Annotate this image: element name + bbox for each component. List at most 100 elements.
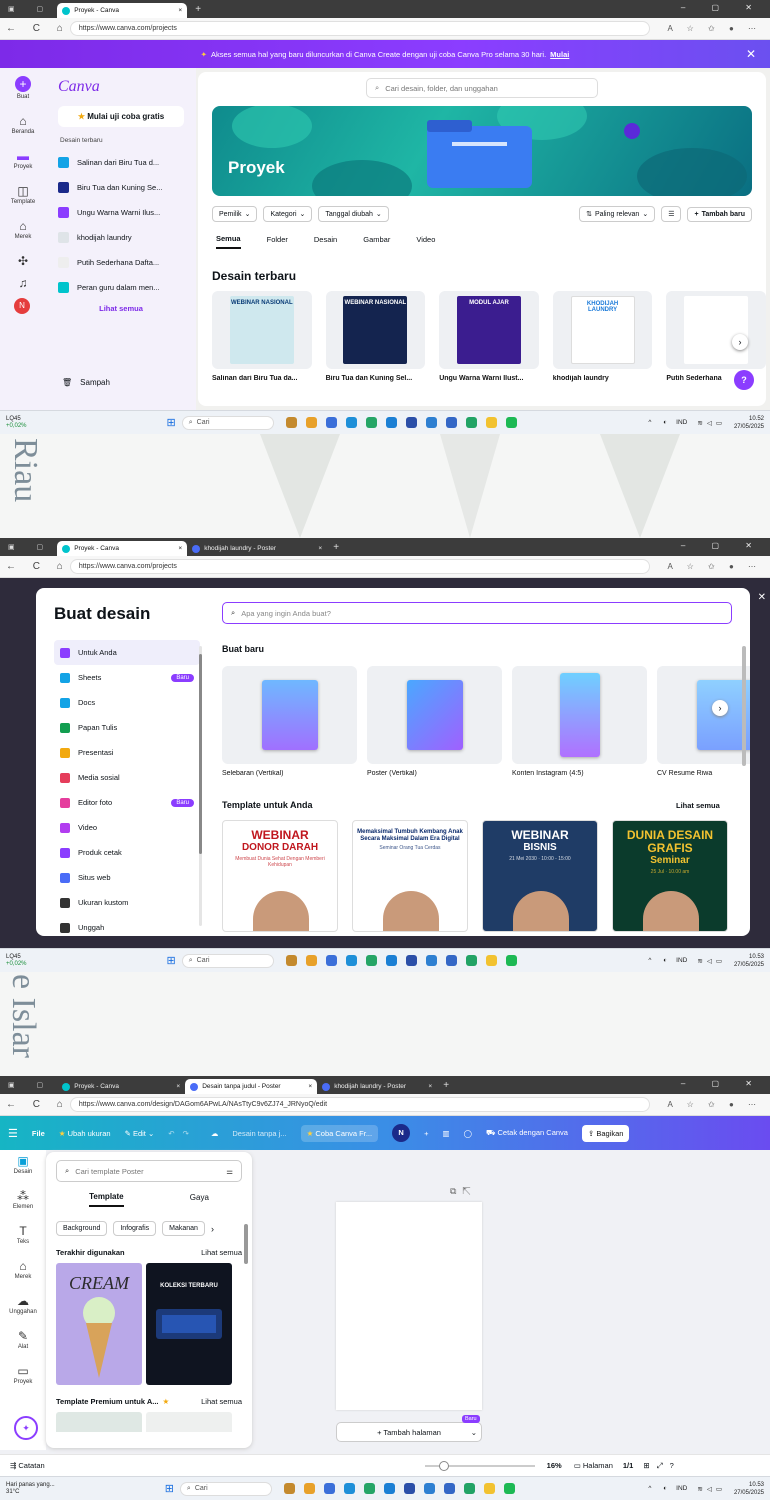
pages-button[interactable]: ▭ Halaman (574, 1461, 613, 1470)
browser-actions-icons[interactable]: A ☆ ✩ ● ⋯ (668, 562, 763, 571)
filter-chip[interactable]: Background (56, 1221, 108, 1236)
chevron-right-icon[interactable]: › (211, 1224, 214, 1234)
trash-item[interactable]: 🗑 Sampah (62, 378, 110, 387)
network-sound-icon[interactable]: ≋◁▭ (697, 957, 726, 965)
windows-icon[interactable]: ⊞ (165, 1482, 174, 1495)
stock-widget[interactable]: LQ45 +0,02% (6, 416, 27, 430)
menu-item-untuk-anda[interactable]: Untuk Anda (54, 640, 200, 665)
chevron-right-icon[interactable]: › (732, 334, 748, 350)
design-search-input[interactable]: ⌕ Apa yang ingin Anda buat? (222, 602, 732, 624)
browser-actions-icons[interactable]: A ☆ ✩ ● ⋯ (668, 1100, 763, 1109)
windows-icon[interactable]: ⊞ (167, 416, 176, 429)
resize-button[interactable]: ★ Ubah ukuran (59, 1129, 111, 1138)
rail-item-unggahan[interactable]: ☁ Unggahan (6, 1294, 40, 1315)
recent-item[interactable]: Putih Sederhana Dafta... (58, 250, 184, 275)
rail-item-buat[interactable]: + Buat (6, 76, 40, 100)
avatar[interactable]: N (392, 1124, 411, 1142)
template-card[interactable]: WEBINAR DONOR DARAH Membuat Dunia Sehat De… (222, 820, 338, 932)
menu-item-papan-tulis[interactable]: Papan Tulis (54, 715, 200, 740)
filter-owner[interactable]: Pemilik ⌄ (212, 206, 258, 222)
share-button[interactable]: ⇪ Bagikan (581, 1124, 630, 1142)
recent-item[interactable]: Biru Tua dan Kuning Se... (58, 175, 184, 200)
see-all-link[interactable]: Lihat semua (201, 1397, 242, 1406)
print-button[interactable]: ⛟ Cetak dengan Canva (486, 1128, 568, 1138)
design-card[interactable]: Putih Sederhana (666, 291, 766, 382)
tab-gambar[interactable]: Gambar (363, 235, 390, 248)
rail-item-elemen[interactable]: ⁂ Elemen (6, 1189, 40, 1210)
menu-item-editor-foto[interactable]: Editor foto Baru (54, 790, 200, 815)
menu-item-media-sosial[interactable]: Media sosial (54, 765, 200, 790)
plus-icon[interactable]: + (424, 1129, 428, 1138)
tray-icons[interactable]: ^ ◐ (648, 957, 672, 964)
chevron-right-icon[interactable]: › (712, 700, 728, 716)
menu-item-docs[interactable]: Docs (54, 690, 200, 715)
menu-item-ukuran-kustom[interactable]: Ukuran kustom (54, 890, 200, 915)
taskbar-apps[interactable] (283, 1483, 515, 1494)
filter-chip[interactable]: Infografis (113, 1221, 157, 1236)
add-new-button[interactable]: + Tambah baru (687, 206, 752, 222)
recent-item[interactable]: khodijah laundry (58, 225, 184, 250)
undo-redo-icons[interactable]: ↶↷ (168, 1129, 197, 1138)
window-controls[interactable]: – ▢ ✕ (681, 3, 764, 12)
template-search-input[interactable]: ⌕ Cari template Poster ⚌ (56, 1160, 242, 1182)
new-tab-icon[interactable]: + (195, 4, 201, 15)
list-view-icon[interactable]: ☰ (661, 206, 682, 222)
template-card[interactable]: DUNIA DESAIN GRAFIS Seminar 25 Jul · 10.00… (612, 820, 728, 932)
design-card[interactable]: WEBINAR NASIONAL Biru Tua dan Kuning Sel.… (325, 291, 426, 382)
recent-item[interactable]: Ungu Warna Warni Ilus... (58, 200, 184, 225)
tab-folder[interactable]: Folder (267, 235, 288, 248)
rail-item-teks[interactable]: T Teks (6, 1224, 40, 1245)
rail-item-merek[interactable]: ⌂ Merek (6, 1259, 40, 1280)
new-design-option[interactable]: CV Resume Riwa (657, 666, 750, 777)
close-icon[interactable]: ✕ (746, 47, 756, 61)
nav-icons[interactable]: ← C ⌂ (6, 561, 70, 572)
tab-khodijah[interactable]: khodijah laundry - Poster × (187, 541, 327, 556)
nav-icons[interactable]: ← C ⌂ (6, 23, 70, 34)
menu-item-video[interactable]: Video (54, 815, 200, 840)
stock-widget[interactable]: LQ45 +0,02% (6, 954, 27, 968)
see-all-link[interactable]: Lihat semua (201, 1248, 242, 1257)
stats-icon[interactable]: ▥ (442, 1129, 449, 1138)
apps-icon[interactable]: ✣ (6, 254, 40, 268)
menu-item-sheets[interactable]: Sheets Baru (54, 665, 200, 690)
taskbar-search[interactable]: ⌕ Cari (181, 415, 274, 430)
recent-item[interactable]: Salinan dari Biru Tua d... (58, 150, 184, 175)
template-thumb[interactable]: KOLEKSI TERBARU (146, 1263, 232, 1385)
recent-item[interactable]: Peran guru dalam men... (58, 275, 184, 300)
menu-item-situs-web[interactable]: Situs web (54, 865, 200, 890)
design-card[interactable]: MODUL AJAR Ungu Warna Warni Ilust... (439, 291, 539, 382)
network-sound-icon[interactable]: ≋◁▭ (697, 419, 726, 427)
clock[interactable]: 10.53 27/05/2025 (734, 953, 764, 969)
template-card[interactable]: Memaksimal Tumbuh Kembang Anak Secara Ma… (352, 820, 468, 932)
filter-category[interactable]: Kategori ⌄ (263, 206, 313, 222)
see-all-link[interactable]: Lihat semua (676, 801, 720, 810)
url-field[interactable]: https://www.canva.com/projects (69, 21, 650, 36)
page-actions-icons[interactable]: ⧉⇱ (450, 1186, 477, 1197)
tab-semua[interactable]: Semua (216, 234, 241, 249)
tab-gaya[interactable]: Gaya (190, 1193, 209, 1206)
content-scrollbar[interactable] (742, 646, 746, 766)
template-thumb[interactable]: CREAM (56, 1263, 142, 1385)
tab-desain[interactable]: Desain (314, 235, 337, 248)
menu-scrollbar[interactable] (199, 646, 202, 926)
taskbar-apps[interactable] (285, 417, 517, 428)
new-design-option[interactable]: Poster (Vertikal) (367, 666, 502, 777)
rail-item-template[interactable]: ◫ Template (6, 184, 40, 205)
zoom-slider[interactable] (424, 1460, 535, 1471)
document-name[interactable]: Desain tanpa j... (232, 1129, 286, 1138)
menu-item-produk-cetak[interactable]: Produk cetak (54, 840, 200, 865)
banner-link[interactable]: Mulai (550, 50, 569, 59)
avatar[interactable]: N (14, 298, 30, 314)
bell-icon[interactable]: ♫ (6, 276, 40, 290)
taskbar-search[interactable]: ⌕ Cari (181, 953, 274, 968)
new-tab-icon[interactable]: + (443, 1080, 449, 1091)
new-design-option[interactable]: Konten Instagram (4:5) (512, 666, 647, 777)
nav-icons[interactable]: ← C ⌂ (6, 1099, 70, 1110)
add-page-button[interactable]: + Tambah halaman ⌄ (336, 1422, 482, 1442)
panel-scrollbar[interactable] (244, 1224, 248, 1264)
tab-proyek[interactable]: Proyek - Canva × (57, 541, 188, 556)
close-icon[interactable]: × (178, 7, 182, 14)
design-canvas[interactable] (336, 1202, 482, 1410)
help-button[interactable]: ? (734, 370, 754, 390)
tab-proyek[interactable]: Proyek - Canva × (57, 1079, 185, 1094)
